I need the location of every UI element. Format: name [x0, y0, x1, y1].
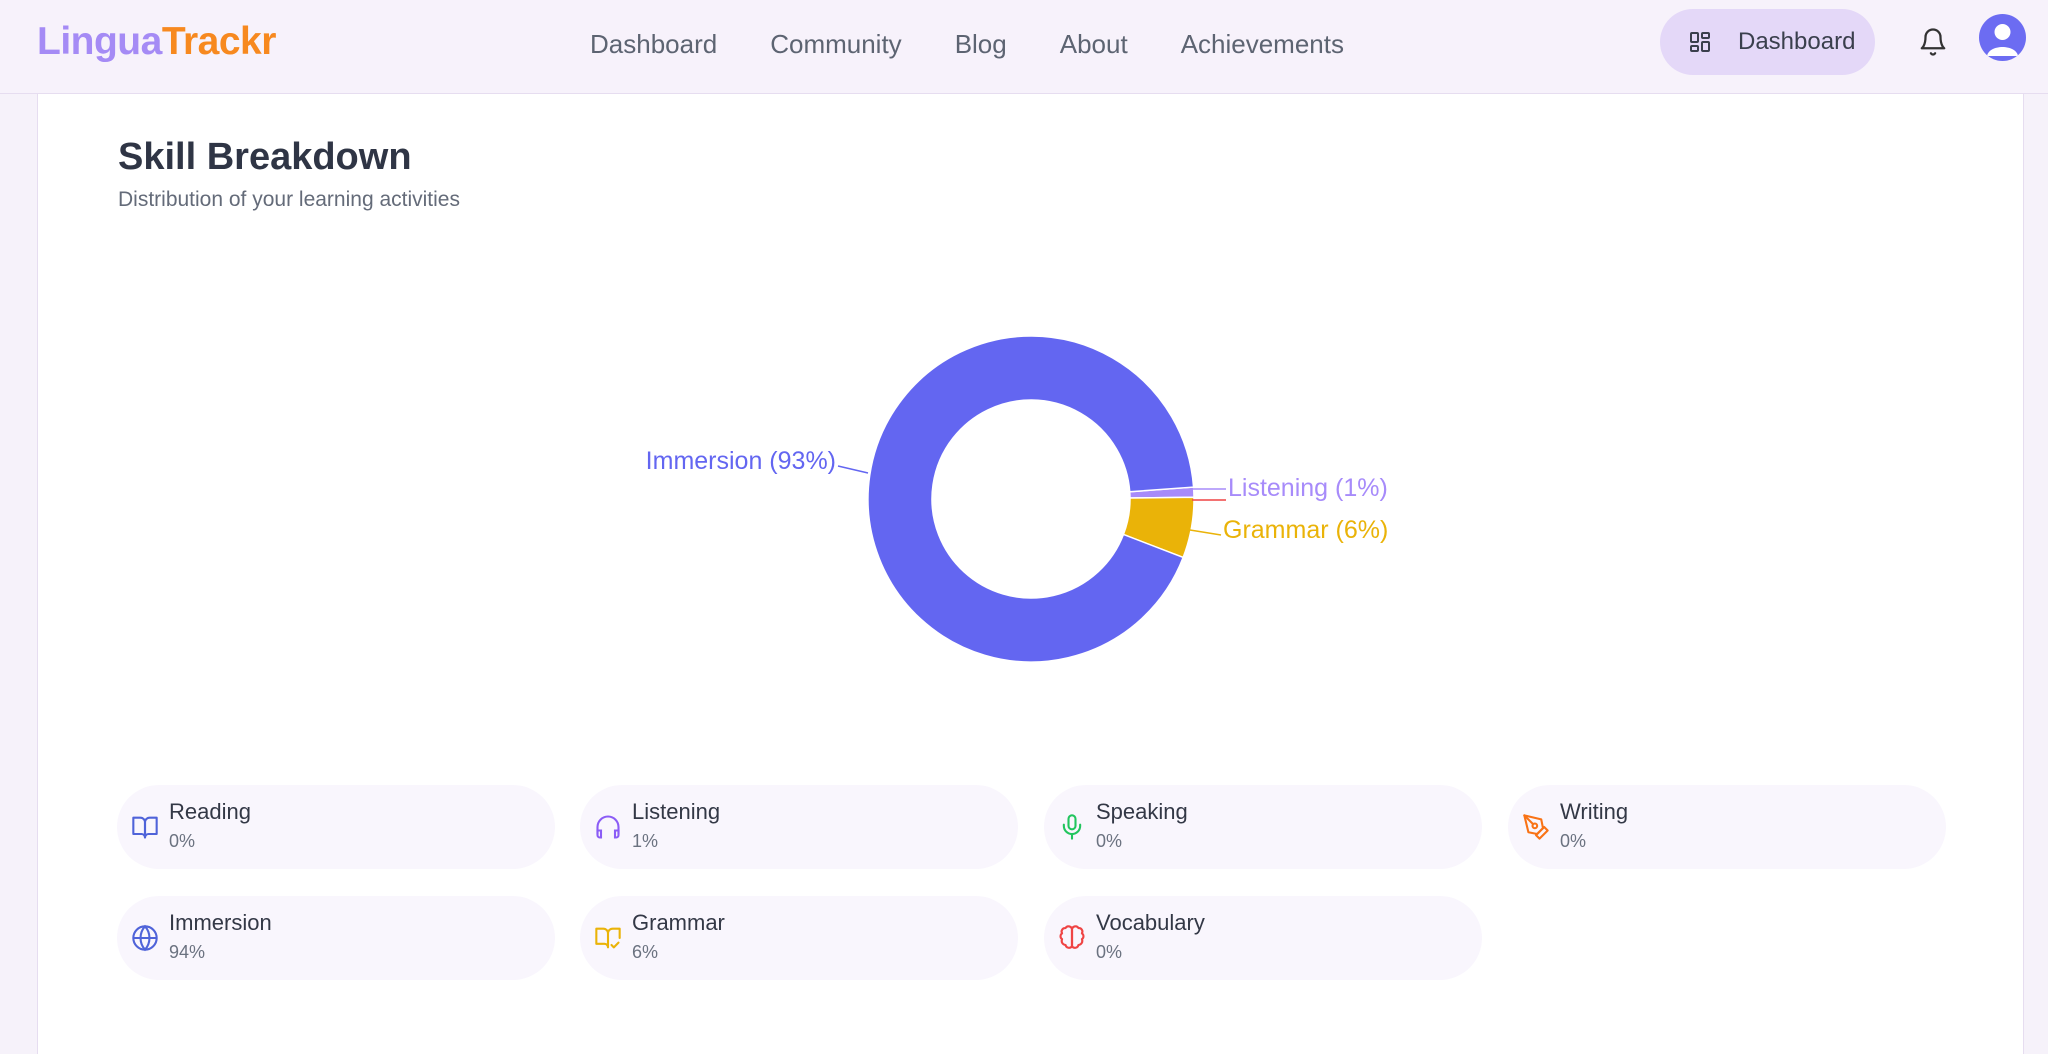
microphone-icon	[1062, 814, 1082, 840]
nav-blog[interactable]: Blog	[955, 26, 1007, 62]
stat-value: 0%	[1096, 942, 1123, 962]
stat-name: Reading	[169, 799, 251, 824]
pen-icon	[1523, 814, 1549, 840]
stat-immersion: Immersion 94%	[117, 896, 555, 980]
notification-bell-icon[interactable]	[1918, 27, 1948, 57]
top-navbar: LinguaTrackr Dashboard Community Blog Ab…	[0, 0, 2048, 94]
stat-value: 0%	[1096, 831, 1123, 851]
stat-value: 6%	[632, 942, 659, 962]
stat-speaking: Speaking 0%	[1044, 785, 1482, 869]
stat-writing: Writing 0%	[1508, 785, 1946, 869]
logo[interactable]: LinguaTrackr	[37, 20, 276, 64]
stat-grammar: Grammar 6%	[580, 896, 1018, 980]
grid-icon	[1690, 32, 1710, 52]
headphones-icon	[596, 815, 620, 839]
stat-name: Immersion	[169, 910, 272, 935]
stat-value: 1%	[632, 831, 659, 851]
dashboard-button[interactable]: Dashboard	[1660, 9, 1875, 75]
stat-value: 0%	[169, 831, 196, 851]
nav-dashboard[interactable]: Dashboard	[590, 26, 717, 62]
stat-value: 94%	[169, 942, 206, 962]
stat-listening: Listening 1%	[580, 785, 1018, 869]
brain-icon	[1059, 925, 1085, 949]
card-title: Skill Breakdown	[118, 136, 412, 178]
stat-reading: Reading 0%	[117, 785, 555, 869]
nav-achievements[interactable]: Achievements	[1181, 26, 1344, 62]
stat-name: Listening	[632, 799, 721, 824]
nav-community[interactable]: Community	[770, 26, 901, 62]
stat-name: Writing	[1560, 799, 1629, 824]
logo-part-trackr: Trackr	[161, 20, 277, 63]
dashboard-button-label: Dashboard	[1738, 28, 1856, 55]
user-icon	[1987, 24, 2018, 56]
card-subtitle: Distribution of your learning activities	[118, 188, 460, 211]
stat-name: Vocabulary	[1096, 910, 1205, 935]
globe-icon	[132, 924, 158, 952]
stat-value: 0%	[1560, 831, 1587, 851]
grammar-book-icon	[595, 927, 621, 949]
nav-about[interactable]: About	[1060, 26, 1128, 62]
user-avatar[interactable]	[1979, 14, 2026, 61]
stat-name: Speaking	[1096, 799, 1188, 824]
stat-name: Grammar	[632, 910, 725, 935]
book-icon	[132, 816, 158, 839]
stat-vocabulary: Vocabulary 0%	[1044, 896, 1482, 980]
logo-part-lingua: Lingua	[37, 20, 162, 63]
main-nav: Dashboard Community Blog About Achieveme…	[590, 26, 1397, 62]
